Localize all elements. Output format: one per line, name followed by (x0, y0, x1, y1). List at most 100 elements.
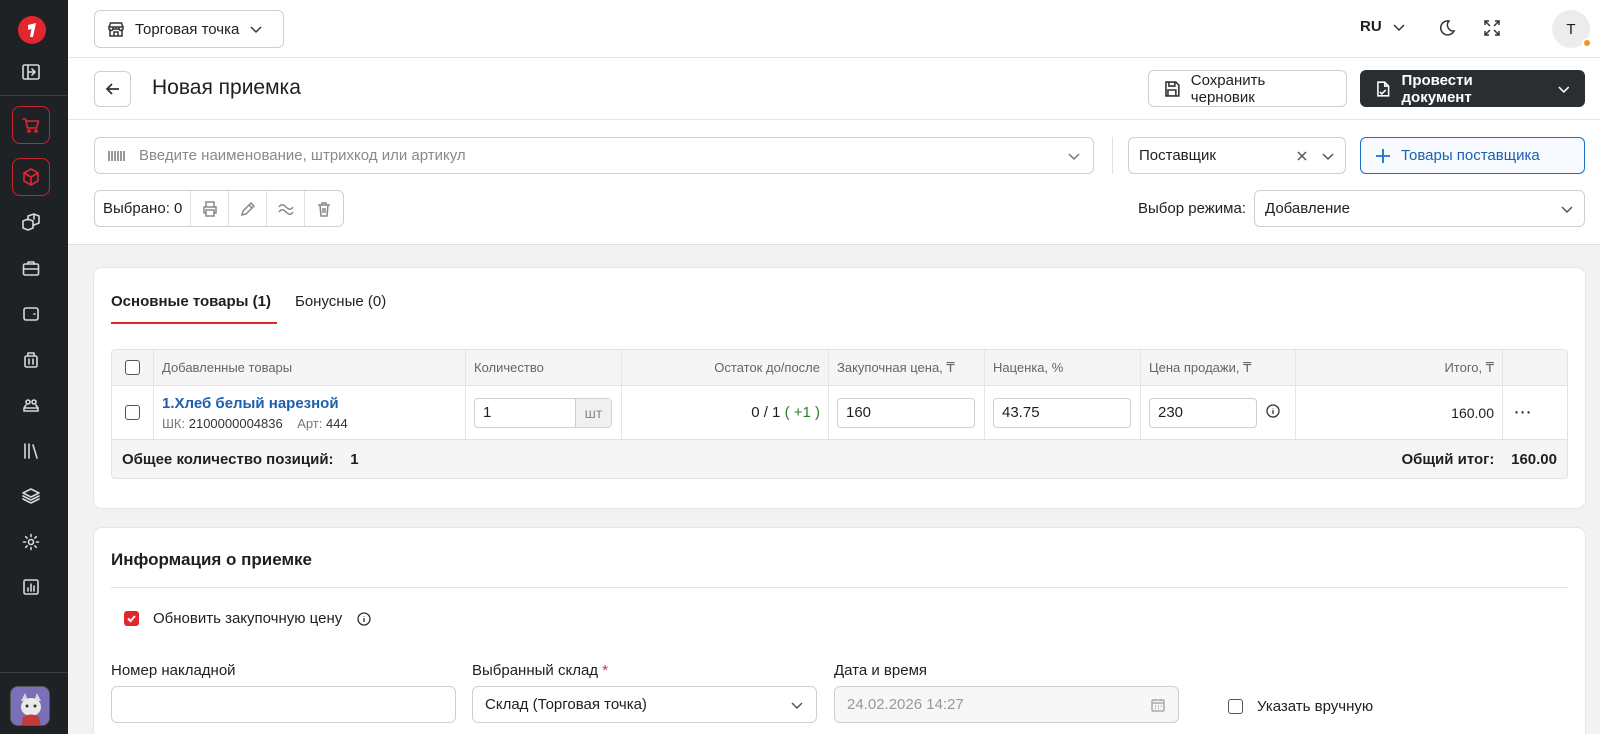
sidebar-item-business[interactable] (12, 249, 50, 287)
quantity-input[interactable]: 1 шт (474, 397, 612, 428)
save-draft-button[interactable]: Сохранить черновик (1148, 70, 1347, 107)
positions-value: 1 (350, 450, 359, 468)
product-name-link[interactable]: 1.Хлеб белый нарезной (162, 395, 348, 412)
store-select-label: Торговая точка (135, 20, 240, 38)
theme-moon-icon[interactable] (1437, 18, 1459, 40)
select-all-checkbox[interactable] (125, 360, 140, 375)
sidebar-item-layers[interactable] (12, 477, 50, 515)
update-price-label: Обновить закупочную цену (153, 610, 343, 627)
sell-price-input[interactable]: 230 (1149, 397, 1257, 428)
mode-label: Выбор режима: (1138, 200, 1246, 217)
table-row: 1.Хлеб белый нарезной ШК: 2100000004836 … (112, 386, 1567, 440)
mode-select[interactable]: Добавление (1254, 190, 1585, 227)
receipt-info-card: Информация о приемке Обновить закупочную… (94, 528, 1585, 734)
chevron-down-icon (250, 26, 262, 34)
col-qty: Количество (466, 350, 622, 385)
row-total: 160.00 (1451, 404, 1494, 421)
markup-input[interactable]: 43.75 (993, 397, 1131, 428)
sidebar-item-catalog[interactable] (12, 203, 50, 241)
datetime-field: 24.02.2026 14:27 (834, 686, 1179, 723)
store-icon (108, 22, 124, 37)
post-document-label: Провести документ (1401, 71, 1473, 106)
product-search[interactable] (94, 137, 1094, 174)
round-button[interactable] (267, 191, 306, 226)
supplier-goods-button[interactable]: Товары поставщика (1360, 137, 1585, 174)
warehouse-label-text: Выбранный склад (472, 662, 599, 679)
update-price-checkbox[interactable] (124, 611, 139, 626)
print-button[interactable] (191, 191, 230, 226)
info-icon[interactable] (1265, 403, 1281, 422)
plus-icon (1376, 148, 1390, 163)
chevron-down-icon (1322, 152, 1334, 160)
col-total: Итого, ₸ (1296, 350, 1503, 385)
fullscreen-icon[interactable] (1482, 18, 1504, 40)
col-markup: Наценка, % (985, 350, 1141, 385)
warehouse-label: Выбранный склад * (472, 662, 608, 679)
row-checkbox[interactable] (125, 405, 140, 420)
stock-before-after: 0 / 1 (751, 404, 781, 421)
required-marker: * (602, 662, 609, 679)
manual-datetime-checkbox[interactable] (1228, 699, 1243, 714)
chevron-down-icon (1558, 86, 1570, 93)
tab-main-products[interactable]: Основные товары (1) (111, 293, 277, 324)
user-status-dot (1582, 38, 1592, 48)
chevron-down-icon (1393, 23, 1405, 31)
gear-icon (22, 533, 40, 551)
pencil-icon (240, 201, 255, 216)
more-actions-icon[interactable]: ⋯ (1514, 402, 1533, 423)
selection-actions: Выбрано: 0 (94, 190, 345, 227)
invoice-number-label: Номер накладной (111, 662, 236, 679)
sidebar (0, 0, 68, 734)
document-check-icon (1377, 80, 1390, 97)
profile-avatar-icon[interactable] (10, 686, 50, 726)
warehouse-select[interactable]: Склад (Торговая точка) (472, 686, 817, 723)
sidebar-item-library[interactable] (12, 432, 50, 470)
store-select[interactable]: Торговая точка (94, 10, 284, 48)
col-actions (1503, 350, 1543, 385)
invoice-number-field[interactable] (111, 686, 456, 723)
sidebar-item-wallet[interactable] (12, 295, 50, 333)
stock-rest: 0 / 1 ( +1 ) (751, 404, 820, 421)
language-label: RU (1360, 18, 1382, 35)
clear-icon[interactable] (1295, 149, 1309, 163)
boxes-icon (22, 213, 40, 231)
page-header: Новая приемка Сохранить черновик Провест… (68, 58, 1600, 120)
barcode-value: 2100000004836 (188, 415, 283, 431)
manual-datetime-row[interactable]: Указать вручную (1228, 698, 1373, 715)
edit-button[interactable] (229, 191, 268, 226)
product-search-input[interactable] (139, 147, 1055, 164)
sidebar-item-reports[interactable] (12, 568, 50, 606)
printer-icon (203, 200, 217, 217)
cart-icon (22, 118, 40, 133)
manual-datetime-label: Указать вручную (1257, 698, 1374, 715)
divider (111, 587, 1568, 588)
chevron-down-icon (791, 701, 803, 709)
save-icon (1165, 80, 1180, 97)
datetime-label: Дата и время (834, 662, 928, 679)
delete-button[interactable] (305, 191, 343, 226)
product-toolbar: Поставщик Товары поставщика Выбрано: 0 В… (68, 120, 1600, 245)
sidebar-item-warehouse[interactable] (12, 158, 50, 196)
language-select[interactable]: RU (1360, 18, 1406, 35)
chart-icon (23, 579, 39, 595)
app-logo-icon[interactable] (18, 16, 46, 44)
grand-total: Общий итог: 160.00 (1401, 451, 1557, 468)
sidebar-item-settings[interactable] (12, 523, 50, 561)
sidebar-item-bag[interactable] (12, 341, 50, 379)
sidebar-item-clients[interactable] (12, 386, 50, 424)
sidebar-item-sales[interactable] (12, 106, 50, 144)
positions-summary: Общее количество позиций: 1 (122, 451, 359, 468)
tab-bonus-products[interactable]: Бонусные (0) (295, 293, 386, 324)
supplier-select[interactable]: Поставщик (1128, 137, 1346, 174)
wallet-icon (23, 307, 39, 321)
library-icon (24, 443, 38, 459)
sidebar-toggle-icon[interactable] (12, 53, 50, 91)
user-avatar[interactable]: T (1552, 10, 1592, 48)
update-price-checkbox-row[interactable]: Обновить закупочную цену (124, 610, 372, 627)
trash-icon (318, 201, 331, 217)
back-button[interactable] (94, 71, 131, 107)
page-title: Новая приемка (152, 76, 301, 99)
post-document-button[interactable]: Провести документ (1360, 70, 1585, 107)
grand-total-value: 160.00 (1511, 450, 1557, 468)
buy-price-input[interactable]: 160 (837, 397, 975, 428)
